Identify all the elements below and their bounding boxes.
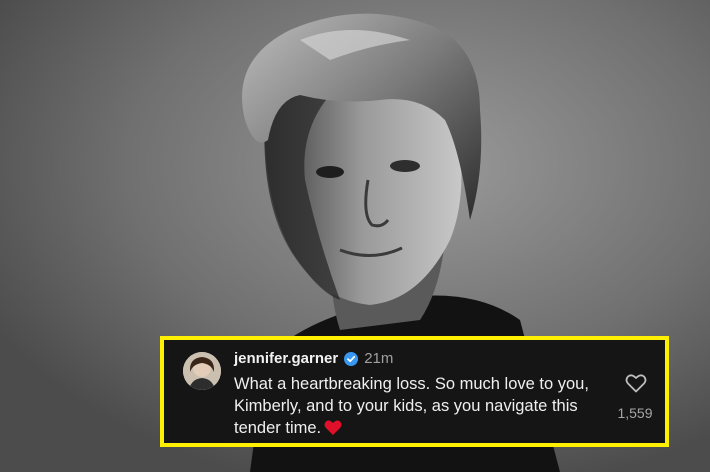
- red-heart-emoji-icon: [324, 420, 342, 435]
- avatar[interactable]: [183, 352, 221, 390]
- comment-text: What a heartbreaking loss. So much love …: [234, 375, 589, 437]
- comment-card: jennifer.garner 21m What a heartbreaking…: [160, 336, 669, 447]
- like-count: 1,559: [617, 405, 653, 421]
- avatar-photo: [183, 352, 221, 390]
- verified-badge-icon: [344, 352, 359, 366]
- post-image: jennifer.garner 21m What a heartbreaking…: [0, 0, 710, 472]
- heart-outline-icon[interactable]: [625, 373, 647, 393]
- comment-body: What a heartbreaking loss. So much love …: [234, 373, 604, 439]
- comment-timestamp: 21m: [364, 350, 394, 367]
- comment-header: jennifer.garner 21m: [234, 349, 393, 369]
- username[interactable]: jennifer.garner: [234, 349, 338, 369]
